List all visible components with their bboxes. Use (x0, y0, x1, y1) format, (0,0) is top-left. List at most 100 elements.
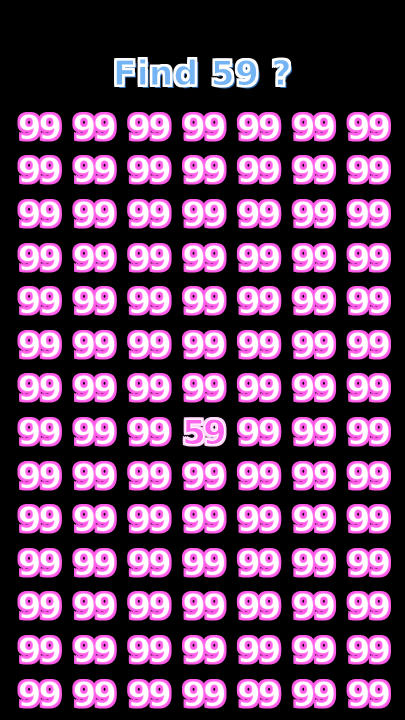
number-cell[interactable]: 99 (230, 586, 285, 630)
number-cell[interactable]: 99 (11, 586, 66, 630)
number-cell[interactable]: 99 (285, 193, 340, 237)
number-cell[interactable]: 99 (66, 455, 121, 499)
number-cell[interactable]: 99 (230, 237, 285, 281)
number-cell[interactable]: 99 (66, 237, 121, 281)
number-cell[interactable]: 99 (121, 673, 176, 717)
number-cell[interactable]: 99 (176, 673, 231, 717)
number-cell[interactable]: 99 (285, 150, 340, 194)
number-cell[interactable]: 99 (121, 629, 176, 673)
number-cell[interactable]: 99 (230, 411, 285, 455)
number-cell[interactable]: 99 (340, 280, 395, 324)
number-cell[interactable]: 99 (121, 237, 176, 281)
number-cell[interactable]: 99 (66, 368, 121, 412)
number-cell[interactable]: 99 (285, 455, 340, 499)
number-cell[interactable]: 99 (230, 324, 285, 368)
number-cell[interactable]: 99 (11, 411, 66, 455)
number-cell[interactable]: 99 (230, 629, 285, 673)
number-cell[interactable]: 99 (66, 150, 121, 194)
number-cell[interactable]: 99 (340, 237, 395, 281)
number-cell[interactable]: 99 (285, 629, 340, 673)
number-cell[interactable]: 99 (66, 193, 121, 237)
number-cell[interactable]: 99 (121, 542, 176, 586)
number-cell[interactable]: 99 (176, 586, 231, 630)
number-cell[interactable]: 99 (176, 498, 231, 542)
number-cell[interactable]: 99 (340, 542, 395, 586)
number-cell[interactable]: 99 (340, 586, 395, 630)
number-cell[interactable]: 99 (285, 324, 340, 368)
number-cell[interactable]: 99 (121, 280, 176, 324)
number-cell[interactable]: 99 (176, 629, 231, 673)
number-cell[interactable]: 99 (66, 411, 121, 455)
number-cell[interactable]: 99 (66, 280, 121, 324)
number-cell[interactable]: 99 (121, 150, 176, 194)
number-cell[interactable]: 99 (176, 150, 231, 194)
number-cell[interactable]: 99 (66, 542, 121, 586)
number-cell[interactable]: 99 (285, 586, 340, 630)
number-cell[interactable]: 99 (176, 280, 231, 324)
number-cell[interactable]: 99 (285, 542, 340, 586)
number-cell[interactable]: 99 (121, 411, 176, 455)
target-number-cell[interactable]: 59 (176, 411, 231, 455)
number-cell[interactable]: 99 (121, 455, 176, 499)
number-cell[interactable]: 99 (121, 368, 176, 412)
number-cell[interactable]: 99 (176, 542, 231, 586)
number-cell[interactable]: 99 (340, 455, 395, 499)
number-cell[interactable]: 99 (121, 586, 176, 630)
number-cell[interactable]: 99 (230, 542, 285, 586)
number-cell[interactable]: 99 (11, 193, 66, 237)
number-cell[interactable]: 99 (11, 324, 66, 368)
number-cell[interactable]: 99 (176, 237, 231, 281)
number-cell[interactable]: 99 (176, 324, 231, 368)
number-cell[interactable]: 99 (11, 542, 66, 586)
number-cell[interactable]: 99 (121, 193, 176, 237)
number-cell[interactable]: 99 (230, 498, 285, 542)
number-cell[interactable]: 99 (230, 455, 285, 499)
number-cell[interactable]: 99 (66, 498, 121, 542)
number-cell[interactable]: 99 (230, 150, 285, 194)
number-cell[interactable]: 99 (176, 455, 231, 499)
number-cell[interactable]: 99 (340, 150, 395, 194)
number-cell[interactable]: 99 (285, 368, 340, 412)
number-cell[interactable]: 99 (285, 237, 340, 281)
number-cell[interactable]: 99 (11, 237, 66, 281)
number-cell[interactable]: 99 (230, 106, 285, 150)
number-cell[interactable]: 99 (340, 673, 395, 717)
number-cell[interactable]: 99 (11, 368, 66, 412)
number-cell[interactable]: 99 (11, 673, 66, 717)
number-cell[interactable]: 99 (11, 455, 66, 499)
number-cell[interactable]: 99 (340, 498, 395, 542)
number-cell[interactable]: 99 (340, 629, 395, 673)
number-cell[interactable]: 99 (285, 280, 340, 324)
number-cell[interactable]: 99 (230, 368, 285, 412)
number-cell[interactable]: 99 (230, 673, 285, 717)
number-cell[interactable]: 99 (285, 673, 340, 717)
number-cell[interactable]: 99 (285, 498, 340, 542)
number-cell[interactable]: 99 (340, 368, 395, 412)
number-cell[interactable]: 99 (176, 106, 231, 150)
number-cell[interactable]: 99 (66, 324, 121, 368)
number-cell[interactable]: 99 (176, 368, 231, 412)
number-cell[interactable]: 99 (230, 280, 285, 324)
number-cell[interactable]: 99 (121, 106, 176, 150)
number-cell[interactable]: 99 (11, 498, 66, 542)
puzzle-screen: { "title": "Find 59 ?", "puzzle": { "col… (0, 0, 405, 720)
number-cell[interactable]: 99 (230, 193, 285, 237)
number-cell[interactable]: 99 (121, 498, 176, 542)
puzzle-title: Find 59 ? (113, 54, 292, 95)
number-cell[interactable]: 99 (66, 673, 121, 717)
number-cell[interactable]: 99 (11, 150, 66, 194)
number-cell[interactable]: 99 (66, 586, 121, 630)
number-cell[interactable]: 99 (340, 411, 395, 455)
number-cell[interactable]: 99 (66, 629, 121, 673)
number-cell[interactable]: 99 (11, 629, 66, 673)
number-cell[interactable]: 99 (176, 193, 231, 237)
number-cell[interactable]: 99 (285, 106, 340, 150)
number-cell[interactable]: 99 (11, 280, 66, 324)
number-cell[interactable]: 99 (121, 324, 176, 368)
number-cell[interactable]: 99 (340, 324, 395, 368)
number-cell[interactable]: 99 (340, 106, 395, 150)
number-cell[interactable]: 99 (11, 106, 66, 150)
number-cell[interactable]: 99 (66, 106, 121, 150)
number-cell[interactable]: 99 (285, 411, 340, 455)
number-cell[interactable]: 99 (340, 193, 395, 237)
